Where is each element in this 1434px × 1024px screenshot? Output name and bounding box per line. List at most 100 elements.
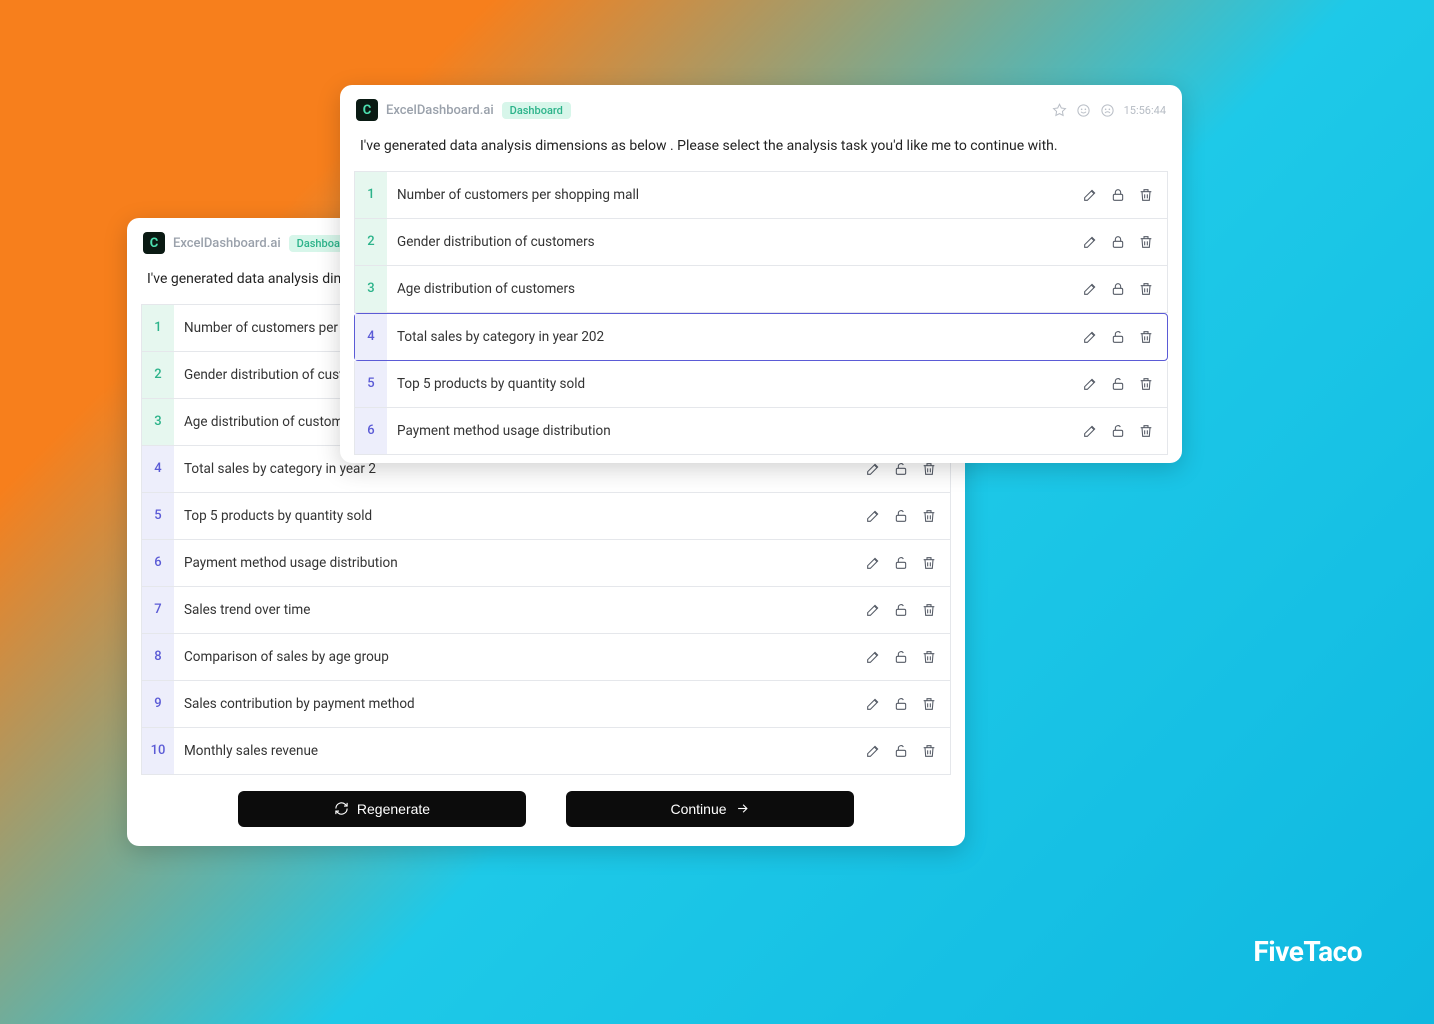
unlock-icon[interactable] xyxy=(892,742,910,760)
lock-icon[interactable] xyxy=(1109,186,1127,204)
task-label: Payment method usage distribution xyxy=(387,423,1081,439)
edit-icon[interactable] xyxy=(864,648,882,666)
task-number: 5 xyxy=(142,493,174,539)
trash-icon[interactable] xyxy=(1137,375,1155,393)
unlock-icon[interactable] xyxy=(892,554,910,572)
edit-icon[interactable] xyxy=(864,554,882,572)
task-actions xyxy=(1081,328,1167,346)
trash-icon[interactable] xyxy=(920,507,938,525)
task-number: 2 xyxy=(355,219,387,265)
trash-icon[interactable] xyxy=(920,648,938,666)
task-actions xyxy=(1081,280,1167,298)
unlock-icon[interactable] xyxy=(1109,422,1127,440)
unlock-icon[interactable] xyxy=(892,648,910,666)
watermark: FiveTaco xyxy=(1253,935,1362,968)
task-label: Sales contribution by payment method xyxy=(174,696,864,712)
task-number: 7 xyxy=(142,587,174,633)
trash-icon[interactable] xyxy=(1137,328,1155,346)
unlock-icon[interactable] xyxy=(892,601,910,619)
task-label: Monthly sales revenue xyxy=(174,743,864,759)
edit-icon[interactable] xyxy=(864,742,882,760)
task-row[interactable]: 6Payment method usage distribution xyxy=(354,408,1168,455)
frown-icon[interactable] xyxy=(1100,102,1116,118)
app-name: ExcelDashboard.ai xyxy=(173,236,281,251)
regenerate-button[interactable]: Regenerate xyxy=(238,791,526,827)
task-actions xyxy=(1081,233,1167,251)
dashboard-badge: Dashboard xyxy=(502,102,571,119)
task-row[interactable]: 10Monthly sales revenue xyxy=(141,728,951,775)
task-label: Total sales by category in year 202 xyxy=(387,329,1081,345)
task-label: Top 5 products by quantity sold xyxy=(174,508,864,524)
task-number: 3 xyxy=(142,399,174,445)
task-number: 6 xyxy=(355,408,387,454)
task-actions xyxy=(864,742,950,760)
edit-icon[interactable] xyxy=(1081,422,1099,440)
trash-icon[interactable] xyxy=(920,742,938,760)
trash-icon[interactable] xyxy=(920,695,938,713)
lock-icon[interactable] xyxy=(1109,280,1127,298)
task-actions xyxy=(1081,186,1167,204)
task-actions xyxy=(1081,422,1167,440)
trash-icon[interactable] xyxy=(1137,233,1155,251)
task-actions xyxy=(864,554,950,572)
edit-icon[interactable] xyxy=(1081,186,1099,204)
smile-icon[interactable] xyxy=(1076,102,1092,118)
task-label: Number of customers per shopping mall xyxy=(387,187,1081,203)
unlock-icon[interactable] xyxy=(892,507,910,525)
task-row[interactable]: 9Sales contribution by payment method xyxy=(141,681,951,728)
task-row[interactable]: 5Top 5 products by quantity sold xyxy=(354,361,1168,408)
continue-label: Continue xyxy=(670,801,726,817)
button-row: Regenerate Continue xyxy=(141,791,951,827)
trash-icon[interactable] xyxy=(1137,280,1155,298)
task-row[interactable]: 4Total sales by category in year 202 xyxy=(354,313,1168,361)
task-row[interactable]: 8Comparison of sales by age group xyxy=(141,634,951,681)
trash-icon[interactable] xyxy=(920,554,938,572)
star-icon[interactable] xyxy=(1052,102,1068,118)
front-card: C ExcelDashboard.ai Dashboard 15:56:44 I… xyxy=(340,85,1182,463)
edit-icon[interactable] xyxy=(1081,375,1099,393)
task-label: Sales trend over time xyxy=(174,602,864,618)
trash-icon[interactable] xyxy=(1137,422,1155,440)
app-logo-icon: C xyxy=(143,232,165,254)
task-label: Comparison of sales by age group xyxy=(174,649,864,665)
task-number: 4 xyxy=(355,314,387,360)
regenerate-label: Regenerate xyxy=(357,801,430,817)
edit-icon[interactable] xyxy=(864,695,882,713)
task-row[interactable]: 7Sales trend over time xyxy=(141,587,951,634)
task-number: 1 xyxy=(355,172,387,218)
edit-icon[interactable] xyxy=(1081,233,1099,251)
unlock-icon[interactable] xyxy=(892,695,910,713)
task-row[interactable]: 3Age distribution of customers xyxy=(354,266,1168,313)
task-row[interactable]: 6Payment method usage distribution xyxy=(141,540,951,587)
task-row[interactable]: 2Gender distribution of customers xyxy=(354,219,1168,266)
task-row[interactable]: 5Top 5 products by quantity sold xyxy=(141,493,951,540)
task-actions xyxy=(864,695,950,713)
edit-icon[interactable] xyxy=(1081,328,1099,346)
trash-icon[interactable] xyxy=(1137,186,1155,204)
lock-icon[interactable] xyxy=(1109,233,1127,251)
edit-icon[interactable] xyxy=(1081,280,1099,298)
unlock-icon[interactable] xyxy=(1109,328,1127,346)
arrow-right-icon xyxy=(735,801,750,816)
edit-icon[interactable] xyxy=(864,507,882,525)
task-number: 6 xyxy=(142,540,174,586)
task-actions xyxy=(864,601,950,619)
prompt-text: I've generated data analysis dimensions … xyxy=(354,129,1168,171)
task-number: 10 xyxy=(142,728,174,774)
task-label: Top 5 products by quantity sold xyxy=(387,376,1081,392)
task-row[interactable]: 1Number of customers per shopping mall xyxy=(354,171,1168,219)
task-number: 9 xyxy=(142,681,174,727)
task-number: 2 xyxy=(142,352,174,398)
app-logo-icon: C xyxy=(356,99,378,121)
task-label: Payment method usage distribution xyxy=(174,555,864,571)
timestamp: 15:56:44 xyxy=(1124,104,1166,117)
unlock-icon[interactable] xyxy=(1109,375,1127,393)
task-number: 1 xyxy=(142,305,174,351)
continue-button[interactable]: Continue xyxy=(566,791,854,827)
header-actions: 15:56:44 xyxy=(1052,102,1166,118)
task-number: 3 xyxy=(355,266,387,312)
task-list: 1Number of customers per shopping mall2G… xyxy=(354,171,1168,455)
trash-icon[interactable] xyxy=(920,601,938,619)
card-header: C ExcelDashboard.ai Dashboard 15:56:44 xyxy=(354,99,1168,129)
edit-icon[interactable] xyxy=(864,601,882,619)
